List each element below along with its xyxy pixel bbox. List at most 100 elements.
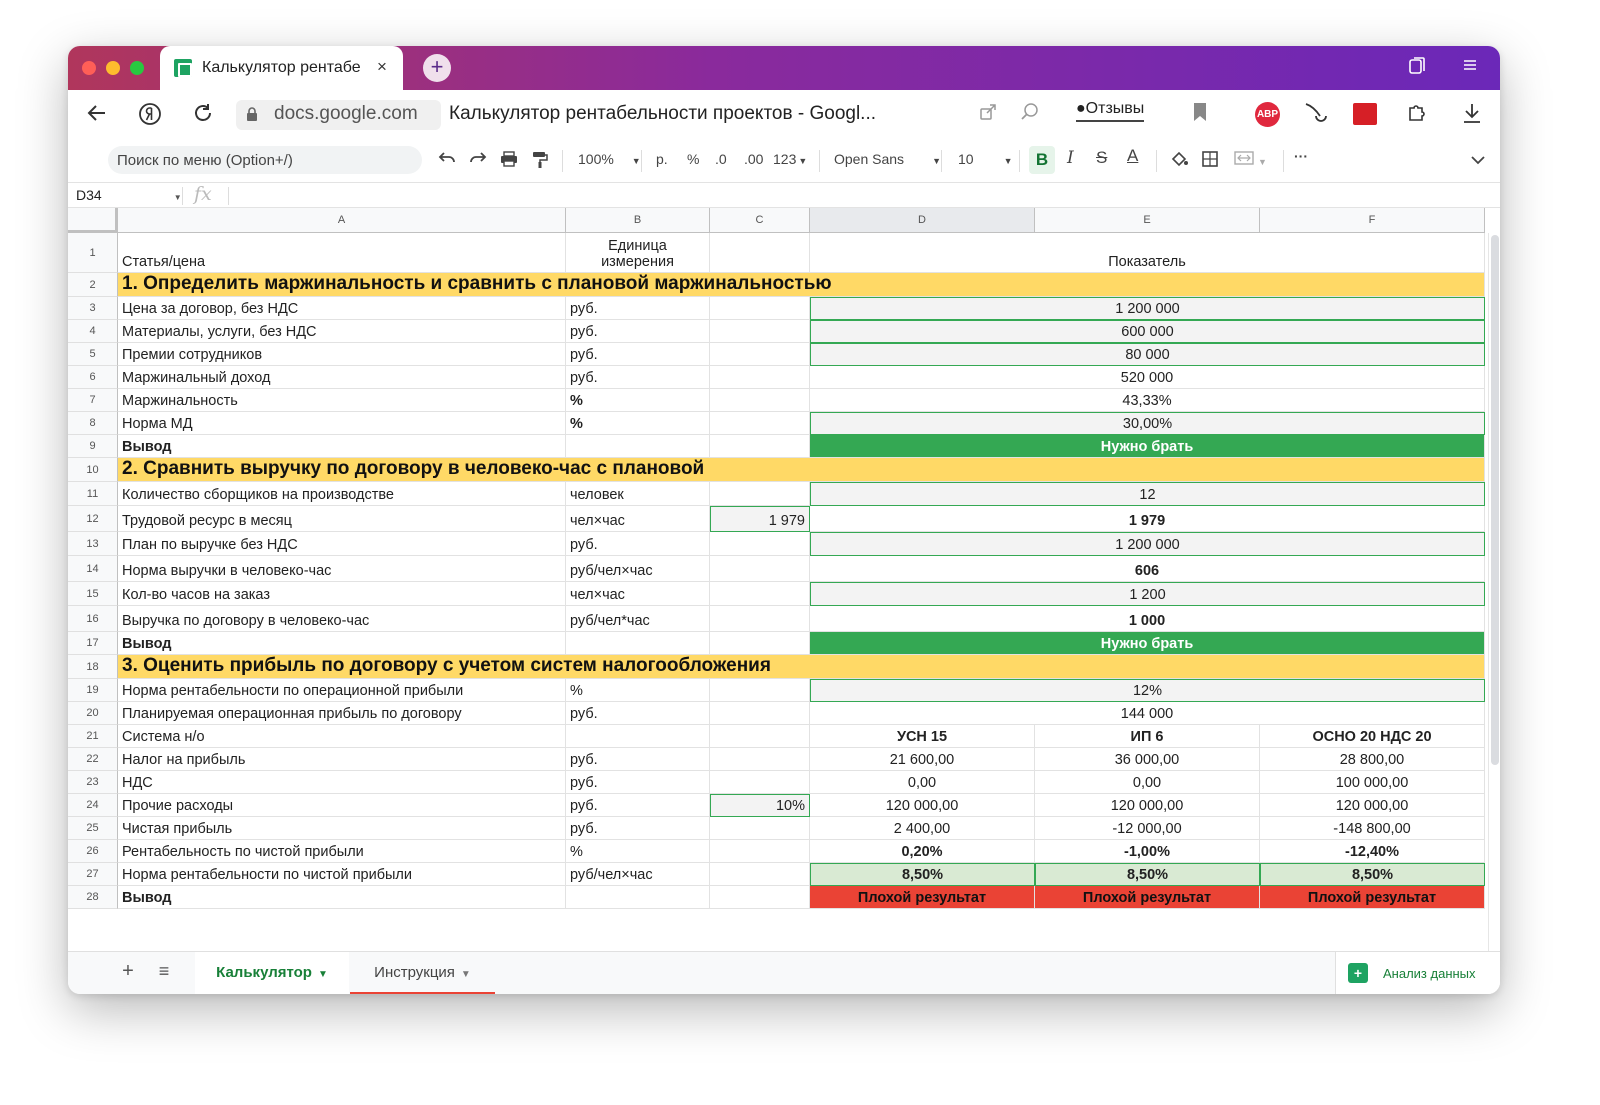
cell-d[interactable]: 1 200 000 bbox=[810, 297, 1485, 320]
cell-e[interactable]: -1,00% bbox=[1035, 840, 1260, 863]
column-header-e[interactable]: E bbox=[1035, 208, 1260, 233]
cell-a[interactable]: План по выручке без НДС bbox=[118, 532, 566, 556]
cell-d[interactable]: 21 600,00 bbox=[810, 748, 1035, 771]
yandex-icon[interactable] bbox=[138, 102, 162, 132]
cell-d[interactable]: 606 bbox=[810, 556, 1485, 582]
row-header[interactable]: 8 bbox=[68, 412, 118, 435]
cell-a[interactable]: Выручка по договору в человеко-час bbox=[118, 606, 566, 632]
row-header[interactable]: 25 bbox=[68, 817, 118, 840]
tab-close-icon[interactable]: × bbox=[377, 57, 387, 77]
cell-c[interactable] bbox=[710, 320, 810, 343]
cell-b[interactable]: Единица измерения bbox=[566, 233, 710, 273]
cell-a[interactable]: Прочие расходы bbox=[118, 794, 566, 817]
cell-c[interactable] bbox=[710, 412, 810, 435]
row-header[interactable]: 21 bbox=[68, 725, 118, 748]
cell-a[interactable]: Рентабельность по чистой прибыли bbox=[118, 840, 566, 863]
increase-decimal-button[interactable]: .00 bbox=[744, 151, 763, 167]
cell-b[interactable] bbox=[566, 632, 710, 655]
cell-b[interactable]: руб/чел×час bbox=[566, 556, 710, 582]
cell-a[interactable]: Норма рентабельности по чистой прибыли bbox=[118, 863, 566, 886]
cell-c[interactable] bbox=[710, 817, 810, 840]
row-header[interactable]: 5 bbox=[68, 343, 118, 366]
new-tab-button[interactable]: + bbox=[423, 54, 451, 82]
cell-a[interactable]: Трудовой ресурс в месяц bbox=[118, 506, 566, 532]
row-header[interactable]: 6 bbox=[68, 366, 118, 389]
italic-button[interactable]: I bbox=[1067, 148, 1074, 168]
currency-format-button[interactable]: р. bbox=[656, 151, 668, 167]
cell-b[interactable]: руб. bbox=[566, 343, 710, 366]
row-header[interactable]: 24 bbox=[68, 794, 118, 817]
menu-search-input[interactable]: Поиск по меню (Option+/) bbox=[108, 146, 422, 174]
redo-icon[interactable] bbox=[469, 151, 487, 168]
section-header-cell[interactable]: 3. Оценить прибыль по договору с учетом … bbox=[118, 655, 1485, 679]
cell-a[interactable]: Кол-во часов на заказ bbox=[118, 582, 566, 606]
cell-b[interactable]: руб. bbox=[566, 702, 710, 725]
cell-d[interactable]: 120 000,00 bbox=[810, 794, 1035, 817]
cell-a[interactable]: Планируемая операционная прибыль по дого… bbox=[118, 702, 566, 725]
cell-c[interactable] bbox=[710, 556, 810, 582]
cell-d[interactable]: 8,50% bbox=[810, 863, 1035, 886]
cell-d[interactable]: 144 000 bbox=[810, 702, 1485, 725]
row-header[interactable]: 15 bbox=[68, 582, 118, 606]
cell-b[interactable]: руб. bbox=[566, 297, 710, 320]
cell-c[interactable] bbox=[710, 863, 810, 886]
search-page-icon[interactable] bbox=[1020, 102, 1040, 127]
cell-d[interactable]: 80 000 bbox=[810, 343, 1485, 366]
row-header[interactable]: 4 bbox=[68, 320, 118, 343]
row-header[interactable]: 9 bbox=[68, 435, 118, 458]
borders-icon[interactable] bbox=[1202, 151, 1218, 170]
cell-a[interactable]: Маржинальный доход bbox=[118, 366, 566, 389]
add-sheet-button[interactable]: + bbox=[116, 952, 140, 994]
row-header[interactable]: 16 bbox=[68, 606, 118, 632]
decrease-decimal-button[interactable]: .0 bbox=[715, 151, 727, 167]
cell-d[interactable]: 30,00% bbox=[810, 412, 1485, 435]
cell-c[interactable] bbox=[710, 482, 810, 506]
row-header[interactable]: 7 bbox=[68, 389, 118, 412]
close-window-button[interactable] bbox=[82, 61, 96, 75]
row-header[interactable]: 23 bbox=[68, 771, 118, 794]
cell-d[interactable]: Нужно брать bbox=[810, 632, 1485, 655]
back-icon[interactable] bbox=[86, 102, 108, 130]
cell-a[interactable]: Цена за договор, без НДС bbox=[118, 297, 566, 320]
cell-f[interactable]: -12,40% bbox=[1260, 840, 1485, 863]
extension-puzzle-icon[interactable] bbox=[1406, 102, 1428, 129]
url-pill[interactable]: docs.google.com bbox=[236, 100, 441, 130]
cell-c[interactable] bbox=[710, 702, 810, 725]
more-options-button[interactable]: ··· bbox=[1294, 148, 1308, 164]
cell-c[interactable] bbox=[710, 343, 810, 366]
cell-e[interactable]: ИП 6 bbox=[1035, 725, 1260, 748]
column-header-d[interactable]: D bbox=[810, 208, 1035, 233]
row-header[interactable]: 10 bbox=[68, 458, 118, 482]
cell-a[interactable]: Чистая прибыль bbox=[118, 817, 566, 840]
select-all-corner[interactable] bbox=[68, 208, 118, 233]
cell-f[interactable]: 28 800,00 bbox=[1260, 748, 1485, 771]
cell-d[interactable]: 1 000 bbox=[810, 606, 1485, 632]
row-header[interactable]: 14 bbox=[68, 556, 118, 582]
column-header-c[interactable]: C bbox=[710, 208, 810, 233]
cell-a[interactable]: Премии сотрудников bbox=[118, 343, 566, 366]
spreadsheet-grid[interactable]: A B C D E F 1 Статья/цена Единица измерения Показ… bbox=[68, 208, 1500, 951]
section-header-cell[interactable]: 1. Определить маржинальность и сравнить … bbox=[118, 273, 1485, 297]
row-header[interactable]: 28 bbox=[68, 886, 118, 909]
cell-a[interactable]: Вывод bbox=[118, 632, 566, 655]
merge-cells-icon[interactable]: ▼ bbox=[1234, 151, 1267, 168]
more-formats-button[interactable]: 123 ▼ bbox=[773, 151, 807, 167]
cell-b[interactable]: руб. bbox=[566, 748, 710, 771]
extension-red-icon[interactable] bbox=[1353, 103, 1377, 125]
cell-a[interactable]: Норма рентабельности по операционной при… bbox=[118, 679, 566, 702]
cell-b[interactable]: руб. bbox=[566, 771, 710, 794]
column-header-a[interactable]: A bbox=[118, 208, 566, 233]
name-box[interactable]: D34 ▼ bbox=[76, 187, 182, 203]
font-select[interactable]: Open Sans ▼ bbox=[834, 151, 941, 167]
cell-b[interactable]: руб. bbox=[566, 532, 710, 556]
column-header-b[interactable]: B bbox=[566, 208, 710, 233]
cell-a[interactable]: Маржинальность bbox=[118, 389, 566, 412]
download-icon[interactable] bbox=[1462, 102, 1482, 129]
cell-b[interactable]: % bbox=[566, 840, 710, 863]
cell-c[interactable] bbox=[710, 886, 810, 909]
cell-a[interactable]: Система н/о bbox=[118, 725, 566, 748]
row-header[interactable]: 11 bbox=[68, 482, 118, 506]
percent-format-button[interactable]: % bbox=[687, 151, 699, 167]
cell-f[interactable]: 100 000,00 bbox=[1260, 771, 1485, 794]
font-size-select[interactable]: 10 ▼ bbox=[958, 151, 1013, 167]
